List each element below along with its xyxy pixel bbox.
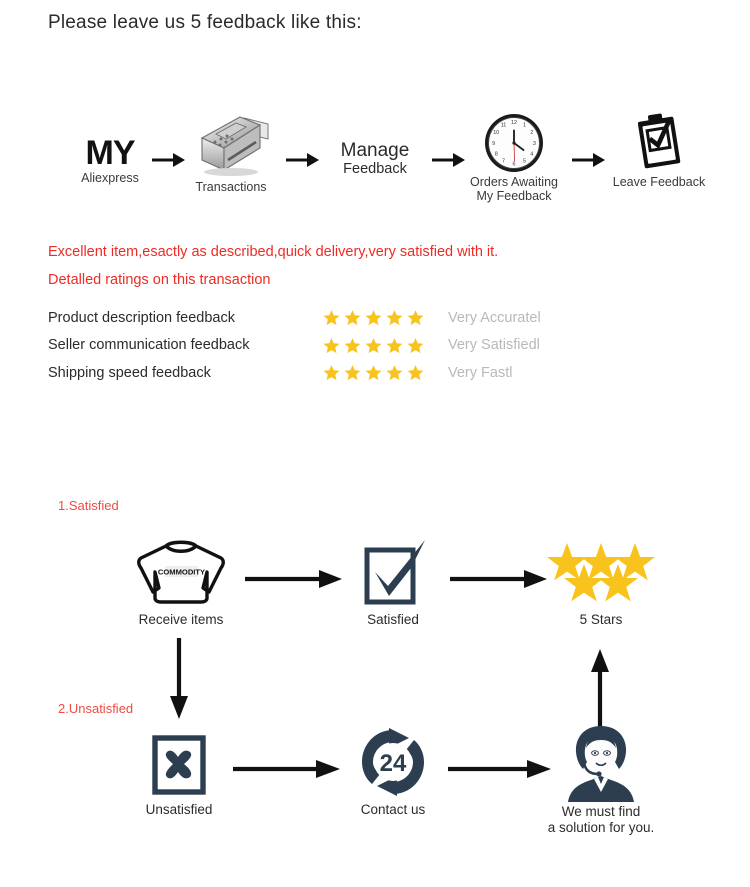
star-icon <box>407 365 424 381</box>
section-label-unsatisfied: 2.Unsatisfied <box>58 701 134 716</box>
support-24-label: 24 <box>380 750 407 777</box>
rating-row: Seller communication feedback Very Satis… <box>48 332 668 360</box>
rating-stars <box>323 364 448 381</box>
flow-node-label-satisfied: Satisfied <box>367 612 419 627</box>
star-icon <box>323 310 340 326</box>
star-icon <box>344 365 361 381</box>
flow-step-label-transactions: Transactions <box>195 180 267 194</box>
page-title: Please leave us 5 feedback like this: <box>48 12 362 33</box>
svg-text:11: 11 <box>501 123 507 129</box>
rating-label: Shipping speed feedback <box>48 364 211 381</box>
star-icon <box>386 365 403 381</box>
star-icon <box>344 337 361 353</box>
manage-feedback-title: Manage <box>340 140 410 161</box>
rating-label: Product description feedback <box>48 309 235 326</box>
rating-stars <box>323 309 448 326</box>
clipboard-check-icon <box>600 108 718 176</box>
svg-text:9: 9 <box>492 141 495 147</box>
flow-node-unsatisfied: Unsatisfied <box>126 732 232 818</box>
checkbox-check-icon <box>340 536 446 608</box>
rating-value: Very Fastl <box>448 364 513 381</box>
flow-node-label-receive-items: Receive items <box>138 612 224 627</box>
star-icon <box>407 310 424 326</box>
rating-row: Shipping speed feedback Very Fastl <box>48 359 668 387</box>
rating-value: Very Accuratel <box>448 309 541 326</box>
my-aliexpress-logo: MY <box>85 134 136 172</box>
svg-text:10: 10 <box>493 130 499 136</box>
flow-node-label-resolution-line1: We must find <box>561 804 641 819</box>
flow-node-label-resolution-line2: a solution for you. <box>547 820 655 835</box>
flow-node-label-five-stars: 5 Stars <box>579 612 623 627</box>
flow-step-manage-feedback: Manage Feedback <box>320 140 430 178</box>
support-agent-icon <box>528 724 674 802</box>
section-label-satisfied: 1.Satisfied <box>58 498 119 513</box>
star-icon <box>407 337 424 353</box>
svg-text:4: 4 <box>530 152 533 158</box>
svg-text:1: 1 <box>523 123 526 129</box>
review-text-line2: Detalled ratings on this transaction <box>48 272 271 288</box>
svg-text:12: 12 <box>511 120 517 126</box>
clock-icon: 12 1 2 3 4 5 6 7 8 9 10 11 <box>455 110 573 176</box>
pos-terminal-icon <box>178 108 284 178</box>
flow-step-orders-awaiting: 12 1 2 3 4 5 6 7 8 9 10 11 Orders Awaiti… <box>455 110 573 203</box>
flow-step-my-aliexpress: MY Aliexpress <box>62 136 158 186</box>
svg-text:3: 3 <box>533 141 536 147</box>
flow-node-label-contact-us: Contact us <box>360 802 426 817</box>
flow-arrow-receive-to-satisfied <box>245 570 343 588</box>
flow-step-transactions: Transactions <box>178 108 284 195</box>
star-icon <box>344 310 361 326</box>
flow-step-label-aliexpress: Aliexpress <box>81 171 139 185</box>
flow-arrow-unsatisfied-to-contact <box>233 760 341 778</box>
star-icon <box>323 337 340 353</box>
svg-text:2: 2 <box>530 130 533 136</box>
svg-text:7: 7 <box>502 159 505 165</box>
flow-step-leave-feedback: Leave Feedback <box>600 108 718 190</box>
svg-text:8: 8 <box>495 152 498 158</box>
flow-node-satisfied: Satisfied <box>340 536 446 628</box>
flow-step-label-orders-awaiting-line1: Orders Awaiting <box>469 175 558 189</box>
five-stars-icon <box>542 536 660 608</box>
flow-step-label-orders-awaiting-line2: My Feedback <box>476 188 552 203</box>
star-icon <box>365 365 382 381</box>
svg-text:6: 6 <box>513 161 516 167</box>
rating-label: Seller communication feedback <box>48 337 250 354</box>
star-icon <box>365 337 382 353</box>
flow-node-five-stars: 5 Stars <box>542 536 660 628</box>
flow-arrow-2 <box>286 152 320 168</box>
rating-stars <box>323 337 448 354</box>
star-icon <box>323 365 340 381</box>
feedback-instruction-page: Please leave us 5 feedback like this: MY… <box>0 0 750 887</box>
svg-text:5: 5 <box>523 159 526 165</box>
satisfaction-flow-diagram: 1.Satisfied 2.Unsatisfied COMMODITY Rece… <box>0 488 750 887</box>
star-icon <box>386 310 403 326</box>
flow-arrow-up-five-stars <box>589 648 611 732</box>
star-icon <box>386 337 403 353</box>
support-24-icon: 24 <box>340 726 446 800</box>
rating-row: Product description feedback Very Accura… <box>48 304 668 332</box>
review-text-line1: Excellent item,esactly as described,quic… <box>48 244 499 260</box>
top-flow-diagram: MY Aliexpress Transactions Manage Feedba… <box>0 104 750 210</box>
sweater-commodity-icon: COMMODITY <box>120 536 242 608</box>
flow-step-label-leave-feedback: Leave Feedback <box>612 175 706 189</box>
flow-node-resolution: We must find a solution for you. <box>528 724 674 836</box>
flow-arrow-down-unsatisfied <box>168 638 190 720</box>
manage-feedback-subtitle: Feedback <box>343 161 407 177</box>
flow-node-receive-items: COMMODITY Receive items <box>120 536 242 628</box>
detailed-ratings-list: Product description feedback Very Accura… <box>48 304 668 387</box>
checkbox-x-icon <box>126 732 232 798</box>
star-icon <box>365 310 382 326</box>
flow-arrow-satisfied-to-stars <box>450 570 548 588</box>
commodity-label: COMMODITY <box>158 568 205 577</box>
flow-node-label-unsatisfied: Unsatisfied <box>145 802 213 817</box>
rating-value: Very Satisfiedl <box>448 337 540 354</box>
flow-node-contact-us: 24 Contact us <box>340 726 446 818</box>
